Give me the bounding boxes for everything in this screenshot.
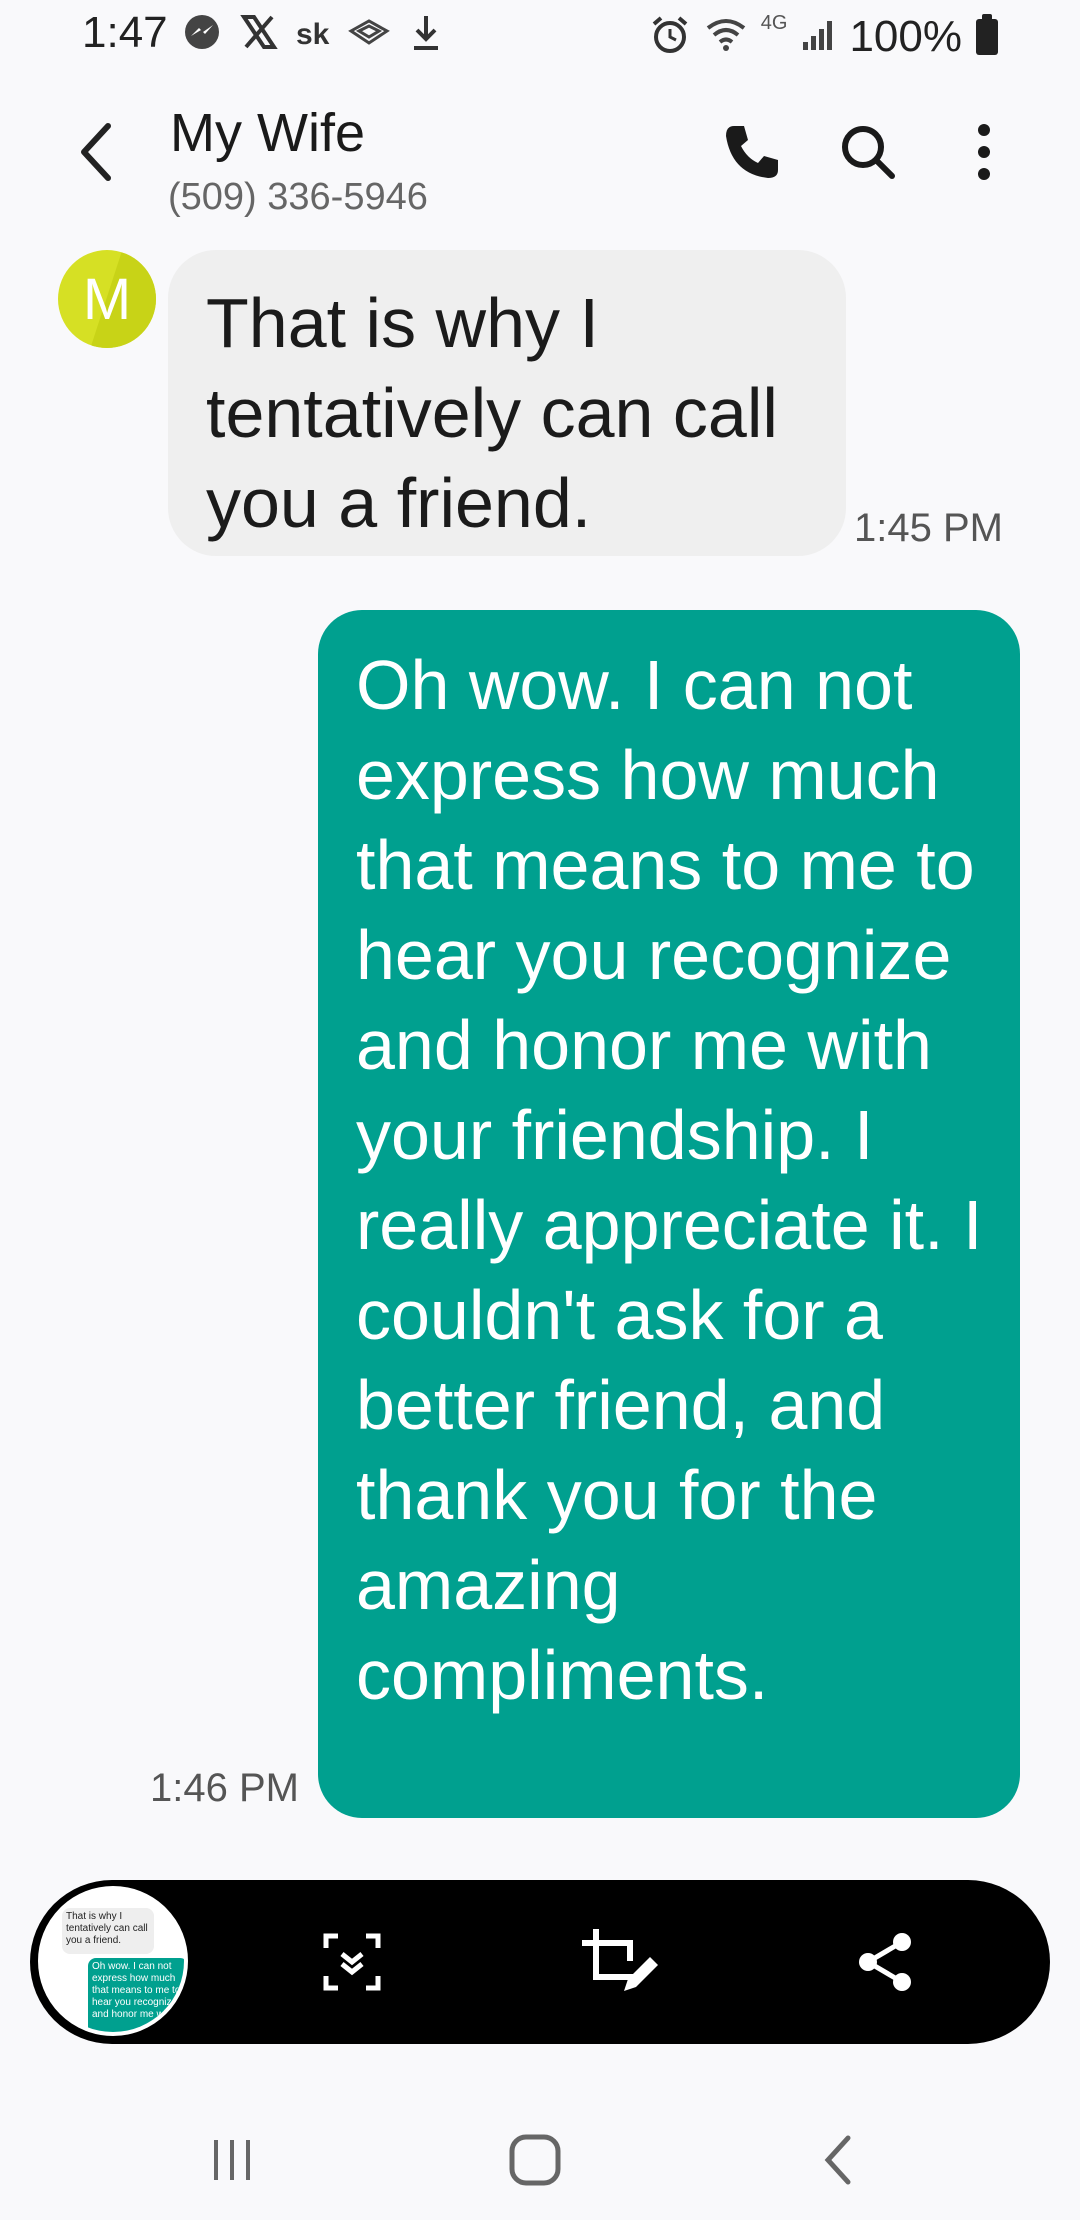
thumbnail-outgoing-text: Oh wow. I can not express how much that …	[88, 1958, 184, 2032]
call-button[interactable]	[712, 112, 792, 192]
crop-edit-button[interactable]	[580, 1922, 660, 2002]
contact-avatar[interactable]: M	[58, 250, 156, 348]
recent-apps-icon	[214, 2140, 250, 2180]
message-timestamp: 1:46 PM	[150, 1766, 299, 1810]
thumbnail-incoming-text: That is why I tentatively can call you a…	[62, 1908, 154, 1954]
contact-name[interactable]: My Wife	[170, 102, 365, 164]
contact-number: (509) 336-5946	[168, 176, 428, 218]
message-text: Oh wow. I can not express how much that …	[356, 646, 983, 1714]
share-icon	[859, 1933, 911, 1991]
message-timestamp: 1:45 PM	[854, 506, 1003, 550]
screenshot-thumbnail[interactable]: That is why I tentatively can call you a…	[38, 1886, 188, 2036]
status-time: 1:47	[82, 8, 168, 57]
crop-edit-icon	[582, 1929, 658, 1991]
cast-icon	[347, 15, 391, 54]
x-icon	[240, 13, 278, 56]
search-button[interactable]	[828, 112, 908, 192]
recent-apps-button[interactable]	[188, 2120, 278, 2200]
message-text: That is why I tentatively can call you a…	[206, 284, 778, 542]
more-options-button[interactable]	[944, 112, 1024, 192]
more-options-icon	[978, 124, 990, 180]
avatar-letter: M	[82, 266, 132, 332]
back-icon	[81, 123, 111, 181]
battery-percent: 100%	[849, 12, 962, 61]
status-left-icons: sk	[182, 12, 443, 57]
back-nav-button[interactable]	[794, 2120, 884, 2200]
messenger-icon	[182, 12, 222, 57]
phone-icon	[726, 126, 778, 178]
4g-icon: 4G	[760, 12, 788, 34]
sk-icon: sk	[296, 17, 330, 51]
home-button[interactable]	[490, 2120, 580, 2200]
screenshot-toolbar: That is why I tentatively can call you a…	[30, 1880, 1050, 2044]
conversation-header: My Wife (509) 336-5946	[0, 72, 1080, 242]
incoming-message-bubble[interactable]: That is why I tentatively can call you a…	[168, 250, 846, 556]
status-right-icons: 4G 100%	[649, 12, 998, 62]
home-icon	[509, 2134, 561, 2186]
search-icon	[842, 126, 895, 179]
scroll-capture-button[interactable]	[312, 1922, 392, 2002]
back-nav-icon	[824, 2135, 851, 2185]
navigation-bar	[0, 2090, 1080, 2220]
signal-icon	[801, 18, 835, 57]
alarm-icon	[649, 14, 691, 61]
wifi-icon	[705, 14, 747, 61]
outgoing-message-bubble[interactable]: Oh wow. I can not express how much that …	[318, 610, 1020, 1818]
back-button[interactable]	[60, 112, 130, 192]
scroll-capture-icon	[323, 1933, 381, 1991]
battery-icon	[976, 14, 998, 55]
download-icon	[409, 12, 443, 57]
status-bar: 1:47 sk 4G 100%	[0, 0, 1080, 72]
share-button[interactable]	[846, 1922, 926, 2002]
